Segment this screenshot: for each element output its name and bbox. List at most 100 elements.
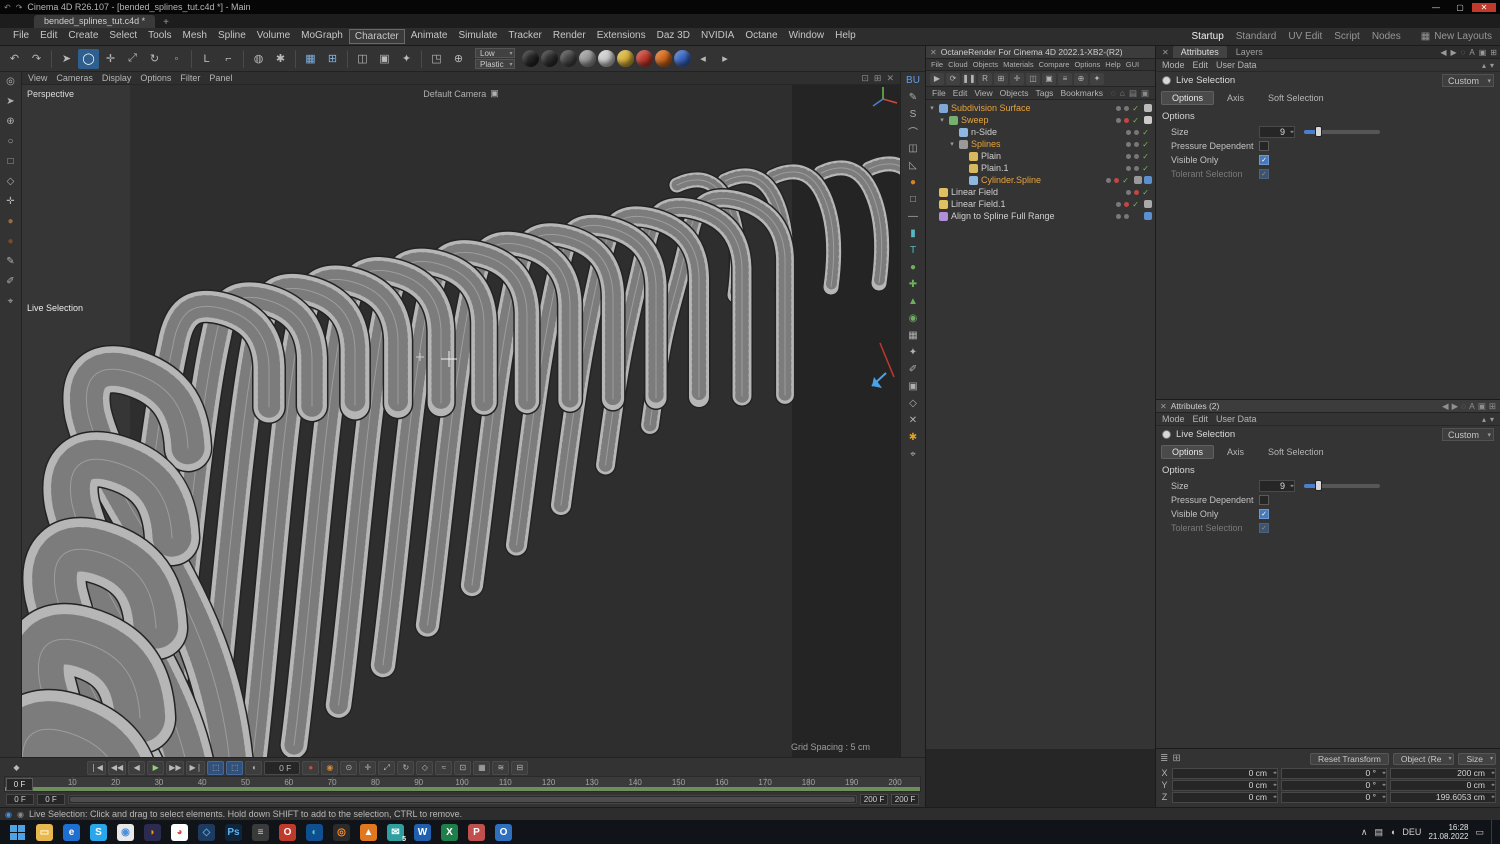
shading-dropdown[interactable]: Low: [475, 48, 515, 58]
motion-system[interactable]: ≋: [492, 760, 510, 775]
modeling-strip-icon[interactable]: ◫: [905, 142, 921, 155]
object-row[interactable]: Align to Spline Full Range ✓: [926, 210, 1155, 222]
search-icon[interactable]: ◌: [1461, 48, 1466, 57]
toolbar-button[interactable]: [51, 49, 52, 68]
size-field[interactable]: 200 cm: [1390, 767, 1496, 779]
notepad[interactable]: ≡: [247, 820, 274, 844]
octane-menu-item[interactable]: File: [931, 60, 943, 69]
show-desktop-button[interactable]: [1491, 820, 1494, 844]
attributes-menu-item[interactable]: Mode: [1162, 414, 1185, 424]
expand-caret-icon[interactable]: ▾: [928, 104, 936, 112]
range-start-field[interactable]: 0 F: [6, 794, 34, 805]
keyframe-mode-b[interactable]: ⬚: [226, 760, 244, 775]
attribute-checkbox[interactable]: ✓: [1259, 169, 1269, 179]
size-field[interactable]: 0 cm: [1390, 779, 1496, 791]
attributes-menu-item[interactable]: Mode: [1162, 60, 1185, 70]
down-arrow-icon[interactable]: ▾: [1490, 61, 1494, 70]
attributes-tab[interactable]: Layers: [1228, 46, 1271, 58]
modeling-strip-icon[interactable]: —: [905, 210, 921, 223]
visibility-dot-render[interactable]: [1134, 189, 1140, 195]
octane-menu-item[interactable]: Materials: [1003, 60, 1033, 69]
chrome-beta[interactable]: ◕: [166, 820, 193, 844]
vscode[interactable]: ◇: [193, 820, 220, 844]
attributes-menu-item[interactable]: Edit: [1193, 60, 1209, 70]
attributes-menu-item[interactable]: User Data: [1216, 414, 1257, 424]
viewport-view-label[interactable]: Perspective: [27, 89, 74, 99]
layout-item[interactable]: Startup: [1192, 31, 1224, 42]
filter-icon[interactable]: ▤: [1129, 88, 1137, 99]
skype[interactable]: S: [85, 820, 112, 844]
enabled-check-icon[interactable]: ✓: [1132, 116, 1139, 125]
record-parameter[interactable]: ◇: [416, 760, 434, 775]
modeling-strip-icon[interactable]: T: [905, 244, 921, 257]
object-type-icon[interactable]: [939, 187, 948, 197]
modeling-strip-icon[interactable]: □: [905, 193, 921, 206]
word[interactable]: W: [409, 820, 436, 844]
attribute-checkbox[interactable]: ✓: [1259, 155, 1269, 165]
menu-item[interactable]: Create: [63, 29, 103, 44]
visibility-dot-render[interactable]: [1124, 213, 1130, 219]
panel-close-icon[interactable]: ✕: [1159, 48, 1172, 57]
modeling-strip-icon[interactable]: ⌖: [905, 448, 921, 461]
tag-icons[interactable]: [1142, 104, 1152, 112]
visibility-dot-editor[interactable]: [1126, 189, 1132, 195]
dock-icon[interactable]: ⊞: [1490, 48, 1497, 57]
object-type-icon[interactable]: [969, 151, 978, 161]
tray-shield-icon[interactable]: ▤: [1374, 827, 1383, 838]
object-type-icon[interactable]: [939, 211, 948, 221]
viewport-menu-item[interactable]: Options: [140, 73, 171, 83]
object-manager-menu-item[interactable]: Edit: [953, 88, 968, 98]
menu-item[interactable]: Animate: [406, 29, 453, 44]
axis-lock-y[interactable]: ⌐: [218, 49, 239, 69]
photoshop[interactable]: Ps: [220, 820, 247, 844]
visibility-dot-render[interactable]: [1124, 105, 1130, 111]
firefox[interactable]: ◗: [139, 820, 166, 844]
octane-tool-button[interactable]: ⊕: [1074, 72, 1088, 85]
menu-item[interactable]: Select: [104, 29, 142, 44]
coords-grid-icon[interactable]: ⊞: [1172, 753, 1180, 764]
tag-icons[interactable]: [1142, 116, 1152, 124]
viewport-maximize-icon[interactable]: ⊡: [861, 73, 869, 84]
visibility-dot-editor[interactable]: [1116, 105, 1122, 111]
visibility-dot-render[interactable]: [1134, 153, 1140, 159]
octane-tool-button[interactable]: ✦: [1090, 72, 1104, 85]
close-button[interactable]: ✕: [1472, 2, 1496, 12]
menu-item[interactable]: Octane: [740, 29, 782, 44]
goto-end[interactable]: ▶❘: [186, 760, 206, 775]
expand-caret-icon[interactable]: ▾: [948, 140, 956, 148]
octane-tool-button[interactable]: ❚❚: [962, 72, 976, 85]
menu-item[interactable]: Mesh: [178, 29, 212, 44]
visibility-dot-editor[interactable]: [1116, 213, 1122, 219]
object-manager-menu-item[interactable]: Bookmarks: [1060, 88, 1103, 98]
history-back-icon[interactable]: ◀: [1442, 401, 1449, 412]
snap-grid[interactable]: ▦: [300, 49, 321, 69]
object-type-icon[interactable]: [939, 199, 948, 209]
menu-item[interactable]: Edit: [35, 29, 62, 44]
enabled-check-icon[interactable]: ✓: [1142, 164, 1149, 173]
attribute-checkbox[interactable]: [1259, 141, 1269, 151]
excel[interactable]: X: [436, 820, 463, 844]
record-scale[interactable]: ⤢: [378, 760, 396, 775]
file-explorer[interactable]: ▭: [31, 820, 58, 844]
move[interactable]: ✛: [100, 49, 121, 69]
tool-strip-icon[interactable]: ➤: [3, 95, 19, 108]
menu-item[interactable]: NVIDIA: [696, 29, 739, 44]
object-row[interactable]: Linear Field.1 ✓: [926, 198, 1155, 210]
object-row[interactable]: ▾ Subdivision Surface ✓: [926, 102, 1155, 114]
object-row[interactable]: n-Side ✓: [926, 126, 1155, 138]
viewport[interactable]: View Cameras Display Options Filter Panel ⊡ ⊞…: [22, 72, 900, 757]
up-arrow-icon[interactable]: ▴: [1482, 61, 1486, 70]
attribute-subtab[interactable]: Soft Selection: [1257, 91, 1335, 105]
outlook[interactable]: O: [490, 820, 517, 844]
attribute-subtab[interactable]: Options: [1161, 444, 1215, 459]
octane-tool-button[interactable]: ⟳: [946, 72, 960, 85]
prev-frame[interactable]: ◀: [128, 760, 146, 775]
object-row[interactable]: ▾ Splines ✓: [926, 138, 1155, 150]
workplane[interactable]: ✱: [270, 49, 291, 69]
redo[interactable]: ↷: [26, 49, 47, 69]
modeling-strip-icon[interactable]: ✱: [905, 431, 921, 444]
position-field[interactable]: 0 cm: [1172, 767, 1278, 779]
material-preset-dropdown[interactable]: Plastic: [475, 59, 515, 69]
attribute-checkbox[interactable]: ✓: [1259, 523, 1269, 533]
viewport-close-icon[interactable]: ✕: [886, 73, 894, 84]
